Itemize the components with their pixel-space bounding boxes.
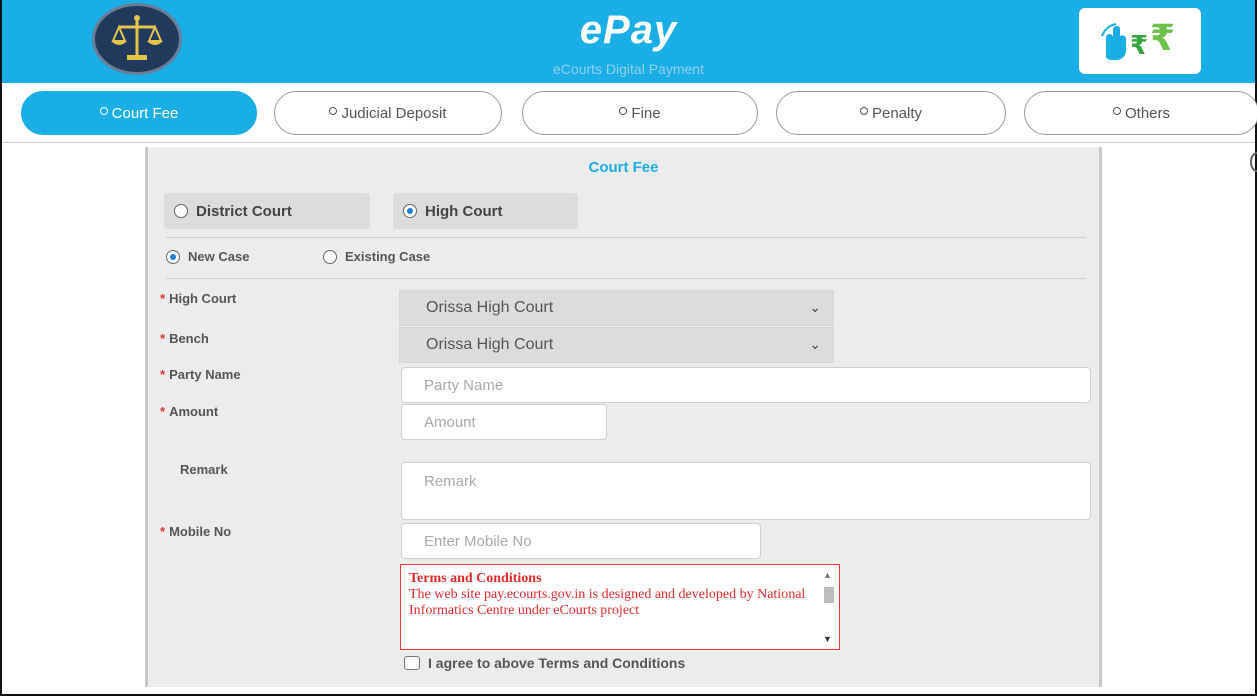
remark-textarea[interactable]: Remark xyxy=(401,462,1091,520)
tabs-divider xyxy=(2,142,1255,143)
radio-button[interactable] xyxy=(323,249,337,264)
tab-judicial-deposit[interactable]: Judicial Deposit xyxy=(274,91,502,135)
new-case-label: New Case xyxy=(188,249,250,264)
tab-penalty[interactable]: Penalty xyxy=(776,91,1006,135)
court-fee-form: Court Fee District Court High Court New … xyxy=(145,147,1102,687)
select-value: Orissa High Court xyxy=(426,299,554,316)
tab-label: Fine xyxy=(631,104,661,122)
app-subtitle: eCourts Digital Payment xyxy=(553,61,704,77)
tab-fine[interactable]: Fine xyxy=(522,91,758,135)
district-court-option[interactable]: District Court xyxy=(164,193,370,229)
label-text: High Court xyxy=(169,291,237,306)
bench-field-label: * Bench xyxy=(160,331,209,346)
tab-court-fee[interactable]: Court Fee xyxy=(21,91,257,135)
amount-field-label: * Amount xyxy=(160,404,218,419)
mobile-input[interactable]: Enter Mobile No xyxy=(401,523,761,559)
help-circle-icon[interactable] xyxy=(1250,152,1257,172)
label-text: Bench xyxy=(169,331,209,346)
amount-input[interactable]: Amount xyxy=(401,404,607,440)
scroll-up-icon[interactable]: ▲ xyxy=(823,567,832,583)
divider xyxy=(166,237,1086,238)
tab-label: Court Fee xyxy=(111,104,179,122)
high-court-label: High Court xyxy=(425,202,503,220)
radio-dot-icon xyxy=(619,107,628,115)
radio-dot-icon xyxy=(1112,107,1121,115)
terms-heading: Terms and Conditions xyxy=(409,571,542,586)
divider xyxy=(166,278,1086,279)
agree-label: I agree to above Terms and Conditions xyxy=(428,655,686,671)
agree-checkbox[interactable] xyxy=(404,656,420,670)
digital-payment-logo: ₹ ₹ xyxy=(1079,8,1201,74)
required-marker: * xyxy=(160,367,166,382)
radio-button[interactable] xyxy=(166,249,180,264)
required-marker: * xyxy=(160,404,166,419)
svg-text:₹: ₹ xyxy=(1150,18,1175,59)
payment-type-tabs: Court Fee Judicial Deposit Fine Penalty … xyxy=(2,88,1257,138)
scroll-thumb[interactable] xyxy=(824,587,834,603)
high-court-field-label: * High Court xyxy=(160,291,236,306)
scroll-down-icon[interactable]: ▼ xyxy=(823,631,832,647)
existing-case-option[interactable]: Existing Case xyxy=(323,249,430,264)
tab-label: Others xyxy=(1124,104,1170,122)
party-name-input[interactable]: Party Name xyxy=(401,367,1091,403)
high-court-select[interactable]: Orissa High Court ⌄ xyxy=(399,290,834,326)
new-case-option[interactable]: New Case xyxy=(166,249,249,264)
label-text: Party Name xyxy=(169,367,241,382)
chevron-down-icon: ⌄ xyxy=(809,336,821,352)
terms-text: The web site pay.ecourts.gov.in is desig… xyxy=(409,587,806,618)
remark-field-label: Remark xyxy=(180,462,228,477)
chevron-down-icon: ⌄ xyxy=(809,299,821,315)
terms-scrollbar[interactable]: ▲ ▼ xyxy=(821,569,835,645)
high-court-option[interactable]: High Court xyxy=(393,193,578,229)
mobile-field-label: * Mobile No xyxy=(160,524,231,539)
radio-button[interactable] xyxy=(174,204,188,218)
radio-button[interactable] xyxy=(403,204,417,218)
radio-dot-icon xyxy=(859,107,868,115)
district-court-label: District Court xyxy=(196,202,292,220)
hand-rupee-icon: ₹ ₹ xyxy=(1101,18,1175,61)
required-marker: * xyxy=(160,291,166,306)
required-marker: * xyxy=(160,524,166,539)
required-marker: * xyxy=(160,331,166,346)
app-title: ePay xyxy=(579,8,678,52)
svg-text:₹: ₹ xyxy=(1130,31,1148,61)
radio-dot-icon xyxy=(99,107,108,115)
radio-dot-icon xyxy=(329,107,338,115)
label-text: Mobile No xyxy=(169,524,232,539)
tab-others[interactable]: Others xyxy=(1024,91,1257,135)
existing-case-label: Existing Case xyxy=(345,249,431,264)
app-header: ePay eCourts Digital Payment ₹ ₹ xyxy=(2,0,1255,83)
label-text: Amount xyxy=(169,404,219,419)
select-value: Orissa High Court xyxy=(426,336,554,353)
terms-box[interactable]: Terms and Conditions The web site pay.ec… xyxy=(400,564,840,650)
form-title: Court Fee xyxy=(588,159,659,176)
bench-select[interactable]: Orissa High Court ⌄ xyxy=(399,327,834,363)
tab-label: Penalty xyxy=(871,104,923,122)
party-name-field-label: * Party Name xyxy=(160,367,241,382)
tab-label: Judicial Deposit xyxy=(341,104,447,122)
agree-terms-row[interactable]: I agree to above Terms and Conditions xyxy=(404,655,685,671)
